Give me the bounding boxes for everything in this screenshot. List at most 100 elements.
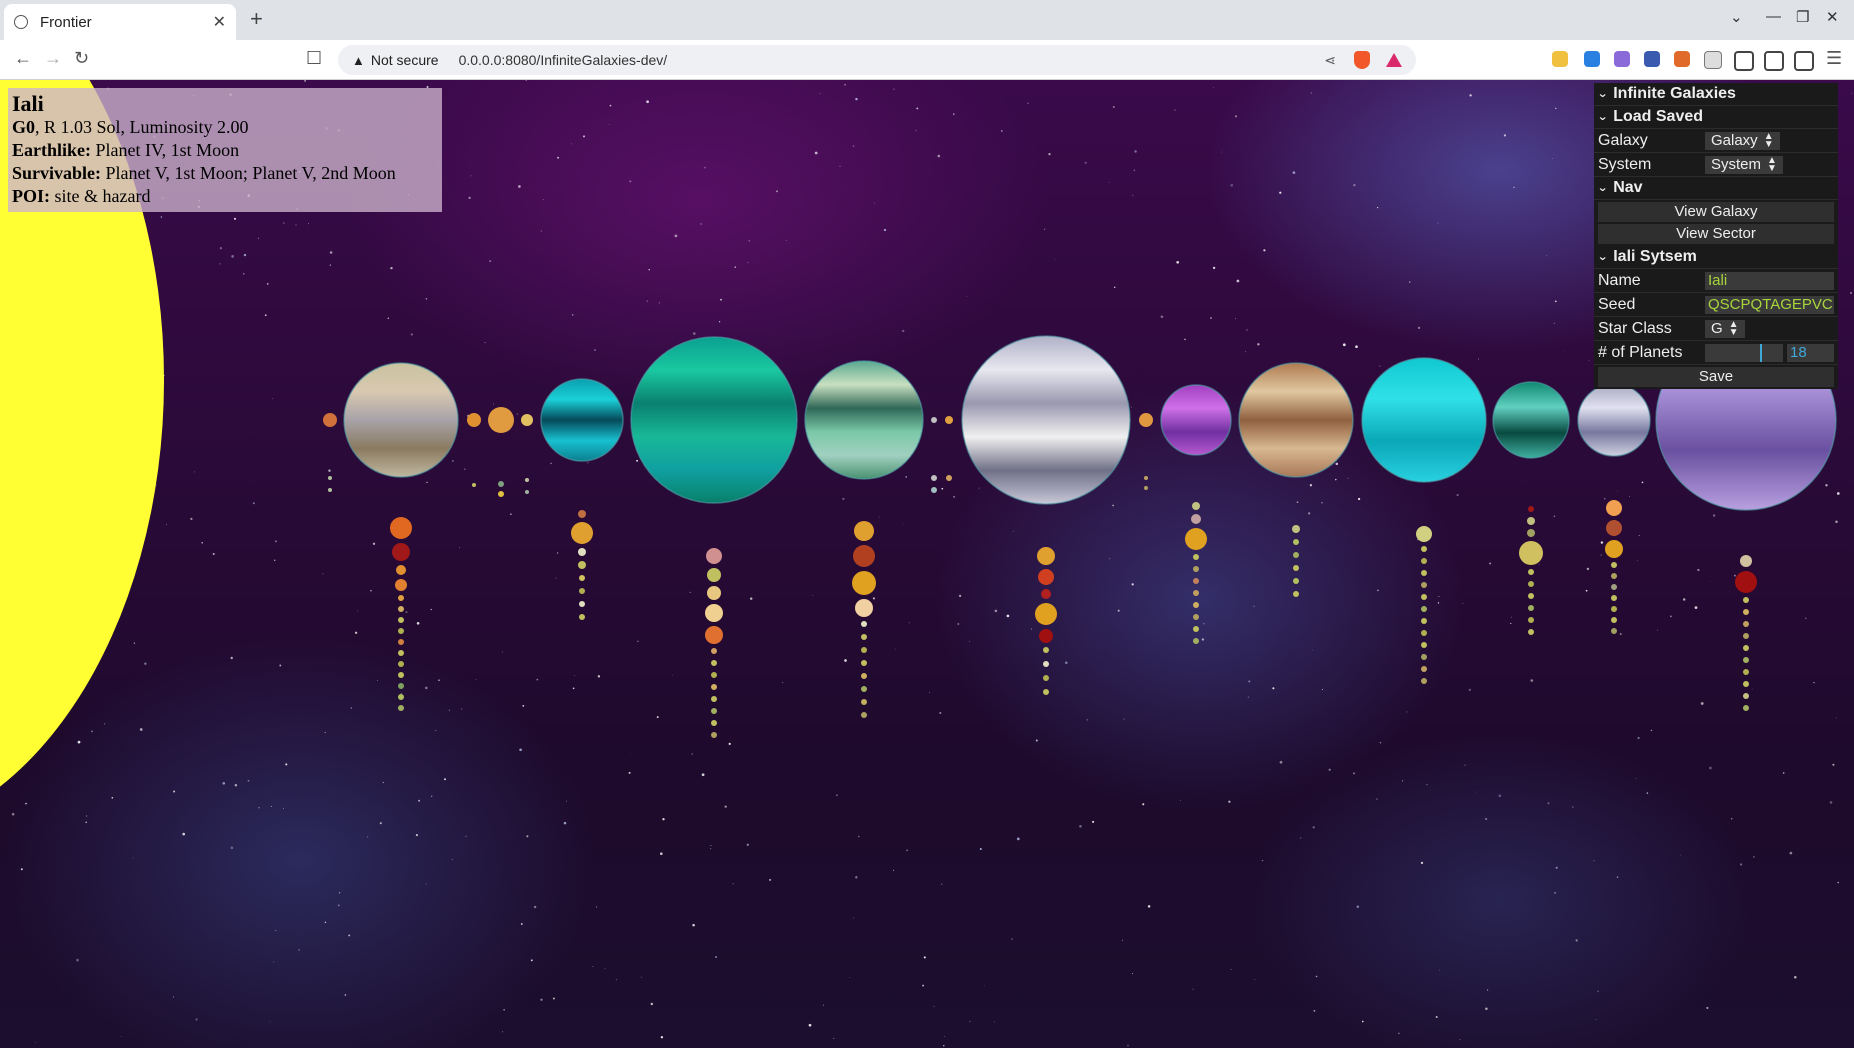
moon[interactable] bbox=[1743, 669, 1749, 675]
moon[interactable] bbox=[1528, 581, 1534, 587]
forward-icon[interactable]: → bbox=[44, 48, 62, 69]
planet[interactable] bbox=[1492, 381, 1570, 459]
moon[interactable] bbox=[1743, 621, 1749, 627]
moon[interactable] bbox=[861, 647, 867, 653]
moon[interactable] bbox=[1421, 546, 1427, 552]
moon[interactable] bbox=[1743, 645, 1749, 651]
moon[interactable] bbox=[395, 579, 407, 591]
new-tab-button[interactable]: + bbox=[250, 6, 263, 32]
moon[interactable] bbox=[1193, 602, 1199, 608]
name-input[interactable]: Iali bbox=[1705, 271, 1834, 290]
url-text[interactable]: 0.0.0.0:8080/InfiniteGalaxies-dev/ bbox=[459, 52, 1325, 68]
puzzle-icon[interactable] bbox=[1704, 51, 1722, 69]
moon[interactable] bbox=[1740, 555, 1752, 567]
moon[interactable] bbox=[1528, 506, 1534, 512]
moon[interactable] bbox=[1041, 589, 1051, 599]
moon[interactable] bbox=[1039, 629, 1053, 643]
tab-list-chevron-icon[interactable]: ⌄ bbox=[1730, 8, 1743, 26]
moon[interactable] bbox=[498, 491, 504, 497]
moon[interactable] bbox=[525, 490, 529, 494]
extension-icon[interactable] bbox=[1614, 51, 1630, 67]
moon[interactable] bbox=[328, 476, 332, 480]
moon[interactable] bbox=[1293, 591, 1299, 597]
moon[interactable] bbox=[1293, 552, 1299, 558]
moon[interactable] bbox=[1043, 689, 1049, 695]
moon[interactable] bbox=[853, 545, 875, 567]
security-label[interactable]: Not secure bbox=[371, 52, 439, 68]
moon[interactable] bbox=[1144, 486, 1148, 490]
moon[interactable] bbox=[1193, 614, 1199, 620]
moon[interactable] bbox=[1421, 678, 1427, 684]
moon[interactable] bbox=[861, 699, 867, 705]
extension-icon[interactable] bbox=[1644, 51, 1660, 67]
share-icon[interactable]: ⋖ bbox=[1324, 52, 1336, 69]
system-view[interactable]: Iali G0, R 1.03 Sol, Luminosity 2.00 Ear… bbox=[0, 80, 1854, 1048]
menu-icon[interactable]: ☰ bbox=[1826, 48, 1842, 69]
folder-system[interactable]: ⌄ Iali Sytsem bbox=[1594, 246, 1838, 269]
moon[interactable] bbox=[1519, 541, 1543, 565]
moon[interactable] bbox=[1193, 590, 1199, 596]
moon[interactable] bbox=[1611, 573, 1617, 579]
moon[interactable] bbox=[398, 639, 404, 645]
moon[interactable] bbox=[1743, 705, 1749, 711]
extension-icon[interactable] bbox=[1674, 51, 1690, 67]
moon[interactable] bbox=[1144, 476, 1148, 480]
moon[interactable] bbox=[328, 488, 332, 492]
moon[interactable] bbox=[1527, 517, 1535, 525]
moon[interactable] bbox=[1611, 562, 1617, 568]
moon[interactable] bbox=[1421, 630, 1427, 636]
planet[interactable] bbox=[1139, 413, 1153, 427]
moon[interactable] bbox=[706, 548, 722, 564]
moon[interactable] bbox=[398, 617, 404, 623]
extension-icon[interactable] bbox=[1552, 51, 1568, 67]
moon[interactable] bbox=[398, 650, 404, 656]
moon[interactable] bbox=[861, 621, 867, 627]
moon[interactable] bbox=[711, 696, 717, 702]
moon[interactable] bbox=[711, 732, 717, 738]
planets-number-input[interactable]: 18 bbox=[1787, 343, 1834, 362]
moon[interactable] bbox=[579, 575, 585, 581]
moon[interactable] bbox=[1606, 500, 1622, 516]
moon[interactable] bbox=[578, 548, 586, 556]
moon[interactable] bbox=[1292, 525, 1300, 533]
moon[interactable] bbox=[1421, 606, 1427, 612]
restore-icon[interactable]: ❐ bbox=[1796, 8, 1809, 26]
moon[interactable] bbox=[861, 686, 867, 692]
moon[interactable] bbox=[852, 571, 876, 595]
moon[interactable] bbox=[398, 694, 404, 700]
moon[interactable] bbox=[711, 660, 717, 666]
moon[interactable] bbox=[854, 521, 874, 541]
moon[interactable] bbox=[472, 483, 476, 487]
moon[interactable] bbox=[1743, 681, 1749, 687]
moon[interactable] bbox=[861, 634, 867, 640]
moon[interactable] bbox=[855, 599, 873, 617]
save-button[interactable]: Save bbox=[1598, 367, 1834, 387]
seed-input[interactable]: QSCPQTAGEPVC bbox=[1705, 295, 1834, 314]
moon[interactable] bbox=[1528, 605, 1534, 611]
moon[interactable] bbox=[578, 510, 586, 518]
planets-slider[interactable] bbox=[1705, 343, 1783, 362]
moon[interactable] bbox=[1605, 540, 1623, 558]
moon[interactable] bbox=[707, 586, 721, 600]
reload-icon[interactable]: ↻ bbox=[74, 48, 89, 69]
moon[interactable] bbox=[1527, 529, 1535, 537]
moon[interactable] bbox=[1421, 618, 1427, 624]
moon[interactable] bbox=[1611, 595, 1617, 601]
brave-shields-icon[interactable] bbox=[1354, 51, 1370, 69]
folder-nav[interactable]: ⌄ Nav bbox=[1594, 177, 1838, 200]
moon[interactable] bbox=[498, 481, 504, 487]
moon[interactable] bbox=[1193, 638, 1199, 644]
moon[interactable] bbox=[711, 684, 717, 690]
moon[interactable] bbox=[711, 648, 717, 654]
planet[interactable] bbox=[467, 413, 481, 427]
moon[interactable] bbox=[931, 475, 937, 481]
moon[interactable] bbox=[705, 626, 723, 644]
extension-icon[interactable] bbox=[1584, 51, 1600, 67]
browser-tab[interactable]: Frontier ✕ bbox=[4, 4, 236, 40]
moon[interactable] bbox=[1293, 565, 1299, 571]
moon[interactable] bbox=[1743, 597, 1749, 603]
moon[interactable] bbox=[1193, 578, 1199, 584]
star-class-select[interactable]: G ▲ ▼ bbox=[1705, 319, 1745, 338]
moon[interactable] bbox=[398, 628, 404, 634]
moon[interactable] bbox=[1421, 666, 1427, 672]
